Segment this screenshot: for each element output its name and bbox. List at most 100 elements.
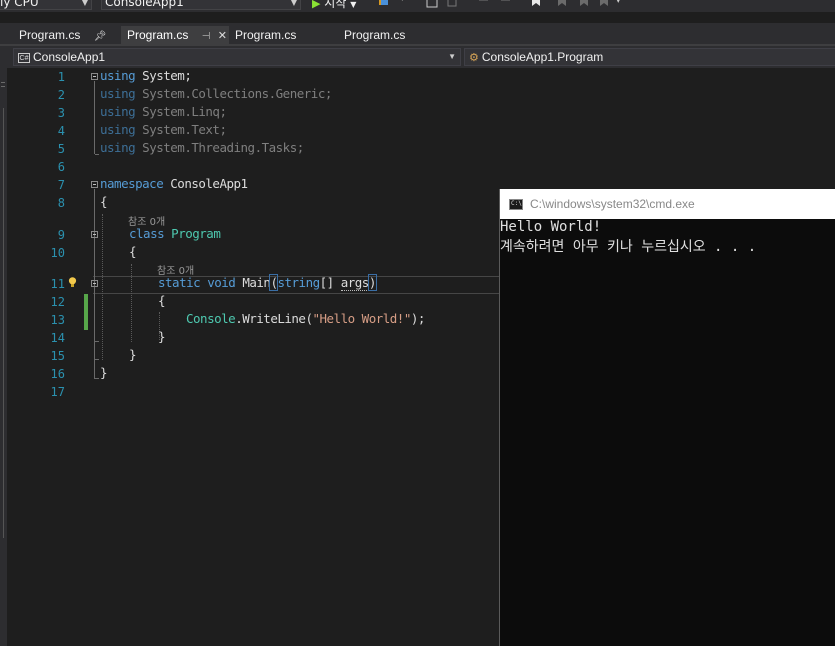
line-number: 1 bbox=[57, 70, 65, 84]
brace: } bbox=[129, 347, 137, 362]
outline-line bbox=[95, 359, 99, 360]
project-label: ConsoleApp1 bbox=[33, 50, 106, 64]
namespace-name: ConsoleApp1 bbox=[170, 176, 248, 191]
code-line: namespace ConsoleApp1 bbox=[100, 176, 248, 191]
pin-icon[interactable]: 📌︎ bbox=[94, 31, 107, 42]
console-title-bar[interactable]: C:\ C:\windows\system32\cmd.exe bbox=[500, 189, 835, 219]
line-number: 6 bbox=[57, 160, 65, 174]
clear-bookmarks-icon[interactable] bbox=[598, 0, 610, 8]
using-target: System.Linq; bbox=[142, 104, 227, 119]
type-dropdown[interactable]: ⚙ ConsoleApp1.Program bbox=[464, 48, 835, 66]
code-line: using System.Collections.Generic; bbox=[100, 86, 332, 101]
collapse-toggle[interactable] bbox=[91, 181, 98, 188]
csharp-project-icon: C# bbox=[18, 52, 30, 63]
platform-dropdown[interactable]: ly CPU ▼ bbox=[0, 0, 92, 10]
brace: { bbox=[100, 194, 108, 209]
pin-icon[interactable]: ⊣ bbox=[202, 31, 211, 42]
collapse-toggle[interactable] bbox=[91, 73, 98, 80]
comment-icon[interactable] bbox=[478, 0, 490, 8]
keyword: string bbox=[277, 275, 320, 290]
keyword: using bbox=[100, 140, 136, 155]
brace: } bbox=[100, 365, 108, 380]
call-end: ); bbox=[410, 311, 426, 326]
left-tool-strip[interactable] bbox=[0, 68, 7, 646]
keyword: class bbox=[129, 226, 165, 241]
line-number: 3 bbox=[57, 106, 65, 120]
class-icon: ⚙ bbox=[469, 52, 479, 64]
keyword: using bbox=[100, 68, 136, 83]
method-name: Main bbox=[242, 275, 271, 290]
line-number: 8 bbox=[57, 196, 65, 210]
code-line: using System.Linq; bbox=[100, 104, 227, 119]
tab-label: Program.cs bbox=[19, 28, 81, 42]
outline-line bbox=[95, 378, 99, 379]
find-icon[interactable] bbox=[378, 0, 390, 8]
tab-program-cs-active[interactable]: Program.cs ⊣ ✕ bbox=[121, 26, 229, 45]
document-tab-strip: Program.cs 📌︎ Program.cs ⊣ ✕ Program.cs … bbox=[0, 23, 835, 45]
save-icon[interactable] bbox=[426, 0, 438, 8]
outline-line bbox=[94, 81, 95, 154]
chevron-down-icon: ▼ bbox=[350, 0, 357, 9]
line-number: 12 bbox=[50, 295, 65, 309]
brace: } bbox=[158, 329, 166, 344]
code-line: static void Main(string[] args) bbox=[158, 274, 377, 291]
type-label: ConsoleApp1.Program bbox=[481, 50, 604, 64]
line-number: 5 bbox=[57, 142, 65, 156]
collapse-toggle[interactable] bbox=[91, 280, 98, 287]
prev-bookmark-icon[interactable] bbox=[556, 0, 568, 8]
method-call: .WriteLine( bbox=[235, 311, 313, 326]
bookmark-icon[interactable] bbox=[530, 0, 542, 8]
project-dropdown[interactable]: C# ConsoleApp1 ▼ bbox=[13, 48, 461, 66]
collapse-toggle[interactable] bbox=[91, 231, 98, 238]
startup-project-dropdown[interactable]: ConsoleApp1 ▼ bbox=[101, 0, 301, 10]
code-line: } bbox=[158, 329, 166, 344]
uncomment-icon[interactable] bbox=[500, 0, 512, 8]
outline-line bbox=[95, 341, 99, 342]
brace: { bbox=[129, 244, 137, 259]
brace: { bbox=[158, 293, 166, 308]
play-icon: ▶ bbox=[312, 0, 321, 10]
line-number: 11 bbox=[50, 277, 65, 291]
brackets: [] bbox=[319, 275, 341, 290]
strip-marker bbox=[1, 82, 5, 83]
line-number: 17 bbox=[50, 385, 65, 399]
indent-guide bbox=[102, 214, 103, 360]
close-icon[interactable]: ✕ bbox=[218, 30, 227, 42]
code-line: } bbox=[129, 347, 137, 362]
toolbar-overflow-icon[interactable]: ▾ bbox=[616, 0, 621, 6]
string-literal: "Hello World!" bbox=[312, 311, 411, 326]
code-line: class Program bbox=[129, 226, 221, 241]
chevron-down-icon: ▼ bbox=[81, 0, 88, 7]
next-bookmark-icon[interactable] bbox=[578, 0, 590, 8]
console-output-line: Hello World! bbox=[500, 219, 602, 235]
line-number: 9 bbox=[57, 228, 65, 242]
change-indicator bbox=[84, 294, 88, 330]
tab-program-cs-pinned[interactable]: Program.cs 📌︎ bbox=[13, 26, 119, 45]
using-target: System.Threading.Tasks; bbox=[142, 140, 304, 155]
class-name: Program bbox=[171, 226, 221, 241]
code-line: using System.Threading.Tasks; bbox=[100, 140, 304, 155]
console-output-line: 계속하려면 아무 키나 누르십시오 . . . bbox=[500, 239, 757, 255]
console-window[interactable]: C:\ C:\windows\system32\cmd.exe Hello Wo… bbox=[499, 189, 835, 646]
keyword: static bbox=[158, 275, 201, 290]
console-title: C:\windows\system32\cmd.exe bbox=[530, 197, 695, 211]
keyword: using bbox=[100, 86, 136, 101]
code-line: { bbox=[100, 194, 108, 209]
start-button[interactable]: ▶ 시작 ▼ bbox=[312, 0, 356, 11]
outline-line bbox=[94, 288, 95, 342]
lightbulb-icon[interactable] bbox=[68, 277, 77, 287]
line-number: 16 bbox=[50, 367, 65, 381]
tab-program-cs[interactable]: Program.cs bbox=[338, 26, 438, 45]
cmd-icon: C:\ bbox=[509, 199, 523, 210]
param-name: args bbox=[340, 275, 369, 291]
tab-label: Program.cs bbox=[344, 28, 406, 42]
paren-match: ) bbox=[367, 274, 377, 291]
tab-program-cs[interactable]: Program.cs bbox=[229, 26, 329, 45]
chevron-down-icon[interactable]: ▾ bbox=[400, 0, 405, 4]
code-line: using System; bbox=[100, 68, 192, 83]
code-line: using System.Text; bbox=[100, 122, 227, 137]
keyword: void bbox=[207, 275, 236, 290]
line-number: 4 bbox=[57, 124, 65, 138]
save-all-icon[interactable] bbox=[446, 0, 458, 8]
using-target: System.Text; bbox=[142, 122, 227, 137]
